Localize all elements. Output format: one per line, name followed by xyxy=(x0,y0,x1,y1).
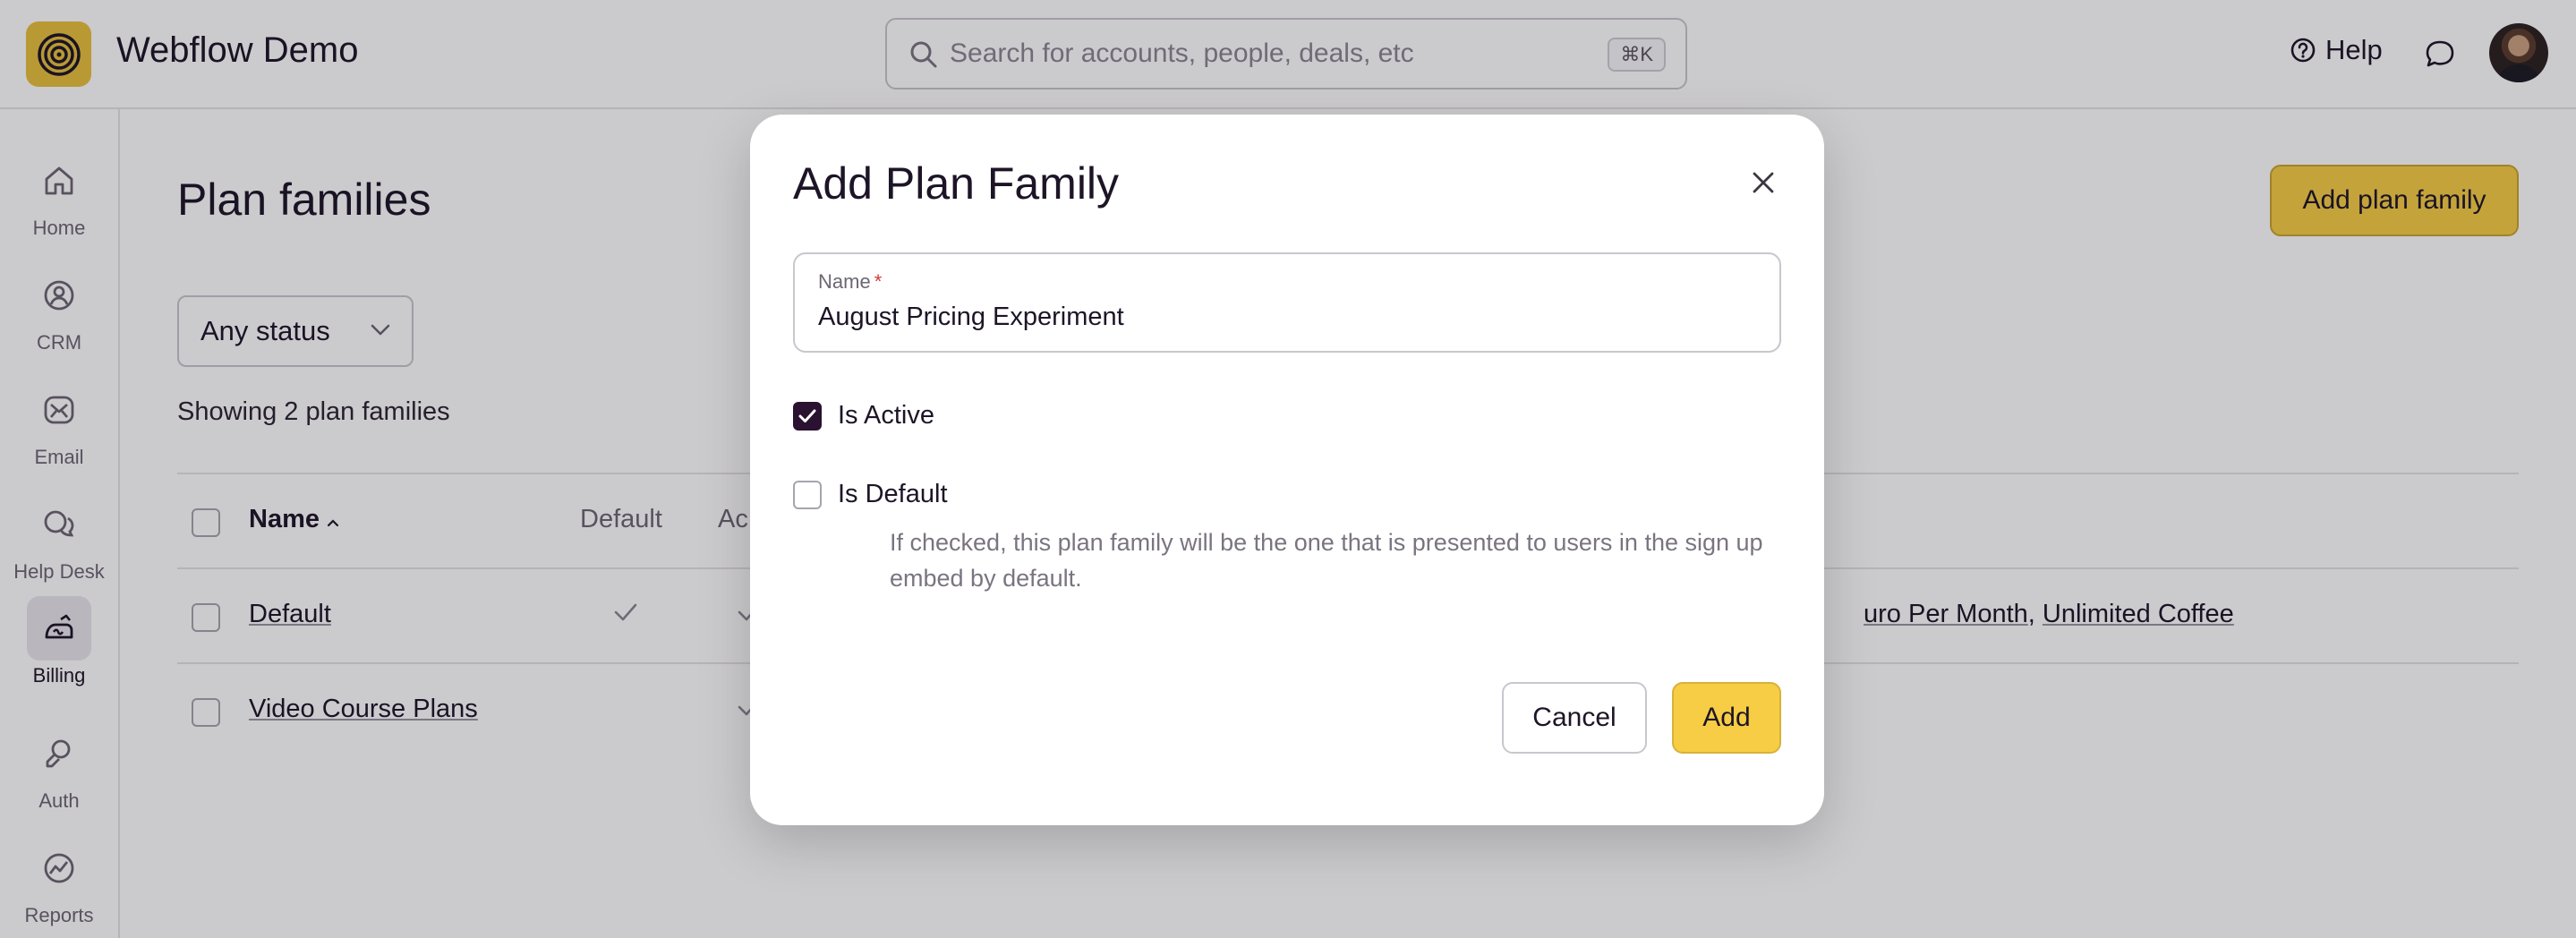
name-field[interactable]: Name * xyxy=(793,252,1781,353)
name-field-label: Name * xyxy=(818,270,883,293)
is-default-checkbox-row[interactable]: Is Default xyxy=(793,480,948,509)
cancel-button[interactable]: Cancel xyxy=(1502,682,1647,754)
is-active-label: Is Active xyxy=(838,401,934,430)
checkmark-icon xyxy=(798,409,816,422)
is-default-checkbox[interactable] xyxy=(793,480,822,509)
add-plan-family-dialog: Add Plan Family Name* Is Active Is Defau… xyxy=(750,115,1824,825)
is-default-label: Is Default xyxy=(838,480,948,508)
close-icon xyxy=(1753,172,1774,193)
required-marker: * xyxy=(874,270,883,293)
is-active-checkbox[interactable] xyxy=(793,401,822,431)
app-root: Webflow Demo Search for accounts, people… xyxy=(0,0,2576,938)
name-input[interactable] xyxy=(818,303,1749,332)
dialog-title: Add Plan Family xyxy=(793,158,1120,209)
close-button[interactable] xyxy=(1744,163,1783,202)
is-default-help-text: If checked, this plan family will be the… xyxy=(890,529,1763,592)
is-active-checkbox-row[interactable]: Is Active xyxy=(793,401,934,431)
add-button[interactable]: Add xyxy=(1672,682,1781,754)
